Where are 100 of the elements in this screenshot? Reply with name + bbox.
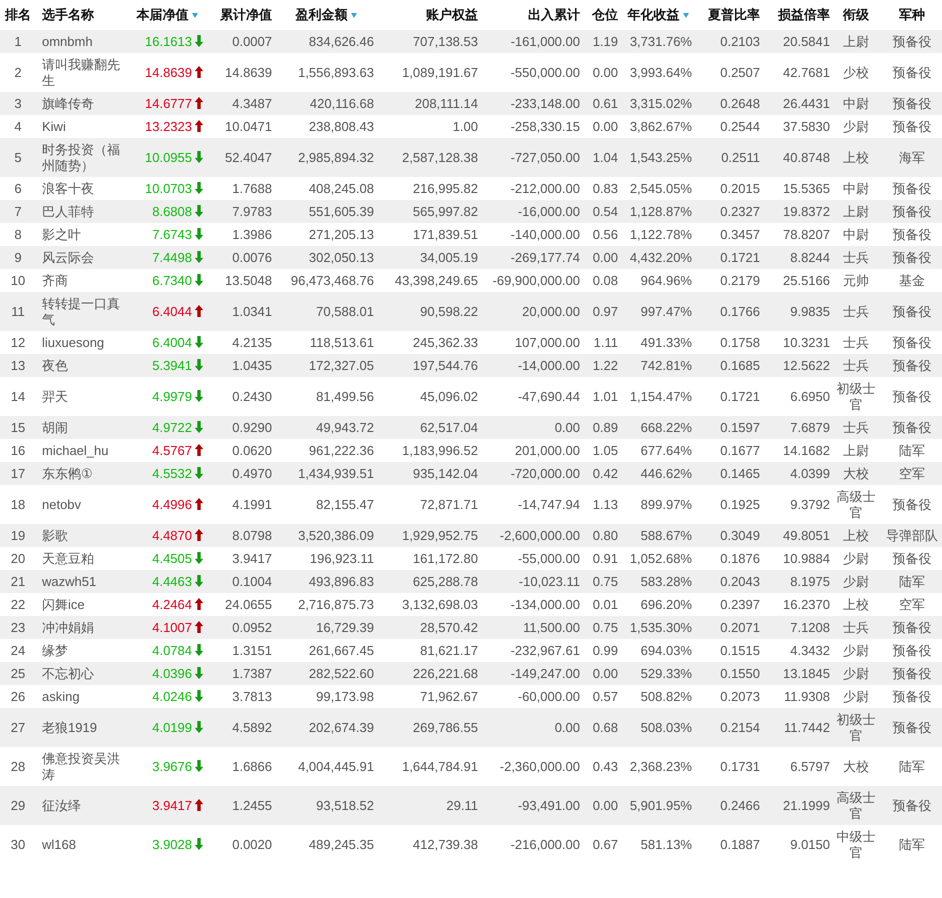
table-cell: 预备役	[879, 177, 942, 200]
table-cell: 0.0952	[207, 616, 275, 639]
table-cell: -10,023.11	[481, 570, 583, 593]
table-cell: 2,545.05%	[621, 177, 695, 200]
table-cell: 中尉	[833, 223, 879, 246]
table-cell: 1,183,996.52	[377, 439, 481, 462]
player-name: 齐商	[36, 269, 127, 292]
table-cell: 1,154.47%	[621, 377, 695, 416]
table-cell: 士兵	[833, 246, 879, 269]
table-cell: 0.80	[583, 524, 621, 547]
table-cell: 4	[0, 115, 36, 138]
table-cell: 282,522.60	[275, 662, 377, 685]
table-cell: 551,605.39	[275, 200, 377, 223]
table-cell: 预备役	[879, 53, 942, 92]
column-header: 选手名称	[42, 7, 94, 22]
table-cell: 0.91	[583, 547, 621, 570]
table-cell: 14.8639	[145, 65, 192, 80]
table-cell: 预备役	[879, 616, 942, 639]
table-cell: 696.20%	[621, 593, 695, 616]
table-cell: 0.2103	[695, 30, 763, 53]
table-cell: 10	[0, 269, 36, 292]
table-cell: 11.9308	[763, 685, 833, 708]
table-cell: 0.89	[583, 416, 621, 439]
column-header[interactable]: 年化收益	[628, 7, 680, 22]
table-cell: -149,247.00	[481, 662, 583, 685]
table-cell: 1,543.25%	[621, 138, 695, 177]
table-cell: 0.2397	[695, 593, 763, 616]
column-header[interactable]: 本届净值	[136, 7, 188, 22]
table-cell: 元帅	[833, 269, 879, 292]
sort-icon[interactable]	[350, 13, 356, 18]
table-cell: -550,000.00	[481, 53, 583, 92]
table-cell: 0.01	[583, 593, 621, 616]
player-name: 转转提一口真气	[36, 292, 127, 331]
table-cell: -140,000.00	[481, 223, 583, 246]
player-name: liuxuesong	[36, 331, 127, 354]
table-cell: 士兵	[833, 331, 879, 354]
table-cell: 1.04	[583, 138, 621, 177]
sort-icon[interactable]	[192, 13, 198, 18]
table-cell: 1,089,191.67	[377, 53, 481, 92]
table-cell: 493,896.83	[275, 570, 377, 593]
table-cell: 5,901.95%	[621, 786, 695, 825]
player-name: wazwh51	[36, 570, 127, 593]
table-cell: 4.4996	[152, 497, 192, 512]
player-name: 请叫我赚翻先生	[36, 53, 127, 92]
table-cell: 118,513.61	[275, 331, 377, 354]
table-cell: 0.00	[481, 708, 583, 747]
player-name: 时务投资（福州随势）	[36, 138, 127, 177]
column-header[interactable]: 盈利金额	[296, 7, 348, 22]
table-cell: 中尉	[833, 92, 879, 115]
table-cell: 12	[0, 331, 36, 354]
table-cell: 上尉	[833, 200, 879, 223]
table-cell: 34,005.19	[377, 246, 481, 269]
player-name: 影之叶	[36, 223, 127, 246]
table-cell: 4,004,445.91	[275, 747, 377, 786]
table-cell: 72,871.71	[377, 485, 481, 524]
player-name: 闪舞ice	[36, 593, 127, 616]
table-cell: 25	[0, 662, 36, 685]
table-cell: 1.6866	[207, 747, 275, 786]
column-header: 夏普比率	[708, 7, 760, 22]
sort-icon[interactable]	[682, 13, 688, 18]
table-cell: 0.2073	[695, 685, 763, 708]
table-cell: 0.1004	[207, 570, 275, 593]
table-cell: 4.0199	[152, 720, 192, 735]
table-cell: 742.81%	[621, 354, 695, 377]
table-cell: 0.56	[583, 223, 621, 246]
table-cell: 中尉	[833, 177, 879, 200]
table-cell: 4.1991	[207, 485, 275, 524]
table-cell: 14.8639	[207, 53, 275, 92]
table-cell: 271,205.13	[275, 223, 377, 246]
table-cell: 16,729.39	[275, 616, 377, 639]
table-cell: 5	[0, 138, 36, 177]
table-cell: 0.2430	[207, 377, 275, 416]
table-cell: 238,808.43	[275, 115, 377, 138]
table-cell: -16,000.00	[481, 200, 583, 223]
table-cell: 6.4044	[152, 304, 192, 319]
table-cell: 4.0396	[152, 666, 192, 681]
table-cell: 171,839.51	[377, 223, 481, 246]
table-cell: 0.61	[583, 92, 621, 115]
table-cell: 7.6743	[152, 227, 192, 242]
table-cell: 6.7340	[152, 273, 192, 288]
table-cell: 预备役	[879, 331, 942, 354]
table-cell: 6	[0, 177, 36, 200]
table-cell: 565,997.82	[377, 200, 481, 223]
table-cell: 4.4463	[152, 574, 192, 589]
table-cell: 预备役	[879, 200, 942, 223]
table-cell: 1.2455	[207, 786, 275, 825]
table-cell: 0.1876	[695, 547, 763, 570]
table-cell: 581.13%	[621, 825, 695, 864]
table-cell: 4.5892	[207, 708, 275, 747]
table-cell: 少尉	[833, 639, 879, 662]
table-cell: 14.1682	[763, 439, 833, 462]
table-cell: 0.3049	[695, 524, 763, 547]
table-cell: 上尉	[833, 30, 879, 53]
table-cell: -69,900,000.00	[481, 269, 583, 292]
table-cell: 3,520,386.09	[275, 524, 377, 547]
column-header: 军种	[899, 7, 925, 22]
table-cell: 0.99	[583, 639, 621, 662]
table-cell: 0.1721	[695, 246, 763, 269]
table-cell: 17	[0, 462, 36, 485]
table-cell: 226,221.68	[377, 662, 481, 685]
